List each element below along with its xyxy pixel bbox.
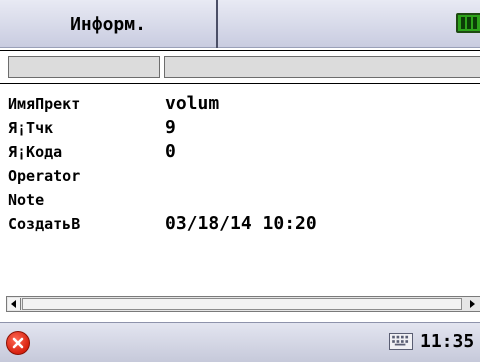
row-label: Note [8,191,45,209]
row-label: СоздатьВ [8,215,81,233]
table-row[interactable]: Note [0,189,480,212]
table-row[interactable]: Я¡Кода 0 [0,141,480,164]
table-row[interactable]: Operator [0,165,480,188]
table-row[interactable]: Я¡Тчк 9 [0,117,480,140]
column-header-value[interactable] [164,56,480,78]
keyboard-icon[interactable] [389,333,413,350]
row-value: volum [165,93,220,114]
column-header-row [0,50,480,84]
row-label: Я¡Тчк [8,119,54,137]
scroll-thumb[interactable] [22,298,462,310]
battery-icon [456,13,480,33]
info-table: ИмяПрект volum Я¡Тчк 9 Я¡Кода 0 Operator… [0,93,480,234]
scroll-right-icon[interactable] [466,298,478,310]
close-x-glyph [12,337,24,349]
horizontal-scrollbar[interactable] [6,296,480,312]
keyboard-keys-glyph [392,335,409,346]
row-label: Я¡Кода [8,143,63,161]
column-header-name[interactable] [8,56,160,78]
tab-info-label: Информ. [70,13,146,35]
taskbar: 11:35 [0,322,480,362]
tab-info[interactable]: Информ. [0,0,218,48]
row-label: Operator [8,167,81,185]
row-label: ИмяПрект [8,95,81,113]
row-value: 9 [165,117,176,138]
table-row[interactable]: ИмяПрект volum [0,93,480,116]
row-value: 03/18/14 10:20 [165,213,317,234]
row-value: 0 [165,141,176,162]
top-tab-bar: Информ. [0,0,480,48]
close-icon[interactable] [6,331,30,355]
table-row[interactable]: СоздатьВ 03/18/14 10:20 [0,213,480,236]
scroll-left-icon[interactable] [8,298,21,310]
clock: 11:35 [420,331,475,352]
